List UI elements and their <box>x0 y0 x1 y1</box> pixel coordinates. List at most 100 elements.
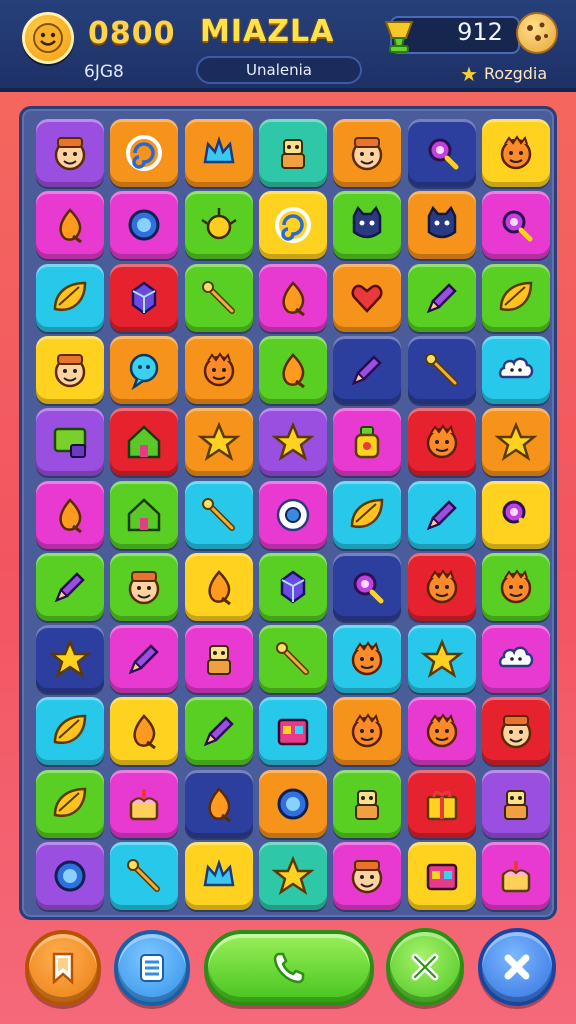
tile-wand-4-6[interactable] <box>407 335 476 404</box>
tile-bug-2-3[interactable] <box>184 191 253 260</box>
tile-gem-7-4[interactable] <box>258 552 327 621</box>
tile-magnifier-6-7[interactable] <box>481 480 550 549</box>
tile-robot-8-3[interactable] <box>184 625 253 694</box>
menu-button[interactable] <box>114 930 190 1006</box>
tile-leaf-6-5[interactable] <box>333 480 402 549</box>
tile-monster-1-7[interactable] <box>481 119 550 187</box>
tile-leaf-10-1[interactable] <box>36 769 104 838</box>
cake-icon <box>130 788 159 820</box>
shuffle-button[interactable] <box>386 928 464 1006</box>
cross-arrows-icon <box>411 953 439 981</box>
tile-star-5-4[interactable] <box>258 408 327 477</box>
tile-face-11-5[interactable] <box>333 842 402 910</box>
tile-crown-11-3[interactable] <box>184 842 253 910</box>
tile-block-5-1[interactable] <box>36 408 104 477</box>
tile-flower-6-4[interactable] <box>258 480 327 549</box>
tile-pencil-3-6[interactable] <box>407 263 476 332</box>
tile-wand-3-3[interactable] <box>184 263 253 332</box>
tile-house-6-2[interactable] <box>110 480 179 549</box>
phone-icon <box>273 952 305 984</box>
bubble-icon <box>130 353 159 391</box>
close-button[interactable] <box>478 928 556 1006</box>
tile-cloud-8-7[interactable] <box>481 625 550 694</box>
tile-monster-9-5[interactable] <box>333 697 402 766</box>
tile-crown-1-3[interactable] <box>184 119 253 187</box>
score-counter: 0800 <box>88 16 176 51</box>
tile-cat-2-6[interactable] <box>407 191 476 260</box>
tile-face-1-1[interactable] <box>36 119 104 187</box>
tile-pencil-6-6[interactable] <box>407 480 476 549</box>
tile-face-7-2[interactable] <box>110 552 179 621</box>
tile-robot-10-7[interactable] <box>481 769 550 838</box>
tile-drop-3-4[interactable] <box>258 263 327 332</box>
tile-drop-7-3[interactable] <box>184 552 253 621</box>
tile-magnifier-1-6[interactable] <box>407 119 476 187</box>
cookie-icon[interactable] <box>516 12 558 54</box>
tile-star-5-7[interactable] <box>481 408 550 477</box>
tile-drop-4-4[interactable] <box>258 335 327 404</box>
tile-wand-11-2[interactable] <box>110 842 179 910</box>
tile-monster-7-6[interactable] <box>407 552 476 621</box>
tile-leaf-3-1[interactable] <box>36 263 104 332</box>
drop-icon <box>59 208 82 244</box>
ring-icon <box>54 860 86 892</box>
bookmark-button[interactable] <box>25 930 101 1006</box>
cat-icon <box>427 206 456 239</box>
tile-gem-3-2[interactable] <box>110 263 179 332</box>
tile-heart-3-5[interactable] <box>333 263 402 332</box>
drop-icon <box>59 497 82 533</box>
tile-star-11-4[interactable] <box>258 842 327 910</box>
tile-monster-9-6[interactable] <box>407 697 476 766</box>
tile-bottle-5-5[interactable] <box>333 408 402 477</box>
tile-house-5-2[interactable] <box>110 408 179 477</box>
tile-monster-4-3[interactable] <box>184 335 253 404</box>
tile-leaf-3-7[interactable] <box>481 263 550 332</box>
tile-monster-8-5[interactable] <box>333 625 402 694</box>
tile-drop-10-3[interactable] <box>184 769 253 838</box>
tile-robot-1-4[interactable] <box>258 119 327 187</box>
tile-bubble-4-2[interactable] <box>110 335 179 404</box>
ring-icon <box>128 209 160 241</box>
tile-pencil-9-3[interactable] <box>184 697 253 766</box>
tile-monster-5-6[interactable] <box>407 408 476 477</box>
bug-icon <box>200 208 237 240</box>
magnifier-icon <box>502 500 533 531</box>
tile-swirl-2-4[interactable] <box>258 191 327 260</box>
tile-magnifier-7-5[interactable] <box>333 552 402 621</box>
tile-ring-10-4[interactable] <box>258 769 327 838</box>
tile-cat-2-5[interactable] <box>333 191 402 260</box>
tile-cake-10-2[interactable] <box>110 769 179 838</box>
tile-swirl-1-2[interactable] <box>110 119 179 187</box>
tile-ring-11-1[interactable] <box>36 842 104 910</box>
star-icon <box>271 421 315 462</box>
tile-ring-2-2[interactable] <box>110 191 179 260</box>
tile-pencil-8-2[interactable] <box>110 625 179 694</box>
smiley-avatar-icon[interactable] <box>22 12 74 64</box>
tile-star-8-6[interactable] <box>407 625 476 694</box>
tile-drop-2-1[interactable] <box>36 191 104 260</box>
tile-cloud-4-7[interactable] <box>481 335 550 404</box>
tile-drop-9-2[interactable] <box>110 697 179 766</box>
monster-icon <box>351 713 383 748</box>
robot-icon <box>206 645 231 676</box>
tile-wand-6-3[interactable] <box>184 480 253 549</box>
tile-face-9-7[interactable] <box>481 697 550 766</box>
star-icon <box>197 421 241 462</box>
call-button[interactable] <box>204 930 374 1006</box>
tile-star-8-1[interactable] <box>36 625 104 694</box>
tile-pencil-7-1[interactable] <box>36 552 104 621</box>
tile-magnifier-2-7[interactable] <box>481 191 550 260</box>
tile-drop-6-1[interactable] <box>36 480 104 549</box>
tile-pencil-4-5[interactable] <box>333 335 402 404</box>
tile-leaf-9-1[interactable] <box>36 697 104 766</box>
tile-face-1-5[interactable] <box>333 119 402 187</box>
tile-box-9-4[interactable] <box>258 697 327 766</box>
tile-box-11-6[interactable] <box>407 842 476 910</box>
tile-wand-8-4[interactable] <box>258 625 327 694</box>
tile-monster-7-7[interactable] <box>481 552 550 621</box>
tile-cake-11-7[interactable] <box>481 842 550 910</box>
tile-star-5-3[interactable] <box>184 408 253 477</box>
tile-robot-10-5[interactable] <box>333 769 402 838</box>
tile-gift-10-6[interactable] <box>407 769 476 838</box>
tile-face-4-1[interactable] <box>36 335 104 404</box>
